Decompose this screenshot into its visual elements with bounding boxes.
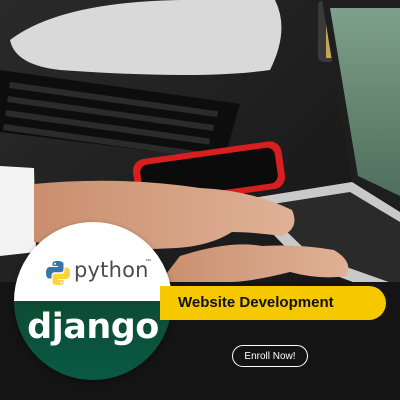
tech-badge: python ™ django (14, 222, 172, 380)
python-section: python ™ (14, 222, 172, 301)
python-trademark: ™ (145, 259, 151, 265)
django-wordmark: django (27, 307, 159, 347)
python-logo-icon (46, 261, 70, 285)
enroll-now-button[interactable]: Enroll Now! (232, 345, 308, 367)
course-banner: Website Development (160, 286, 386, 320)
python-wordmark: python (74, 258, 149, 282)
course-title: Website Development (178, 294, 334, 311)
ad-canvas: python ™ django Website Development Enro… (0, 0, 400, 400)
